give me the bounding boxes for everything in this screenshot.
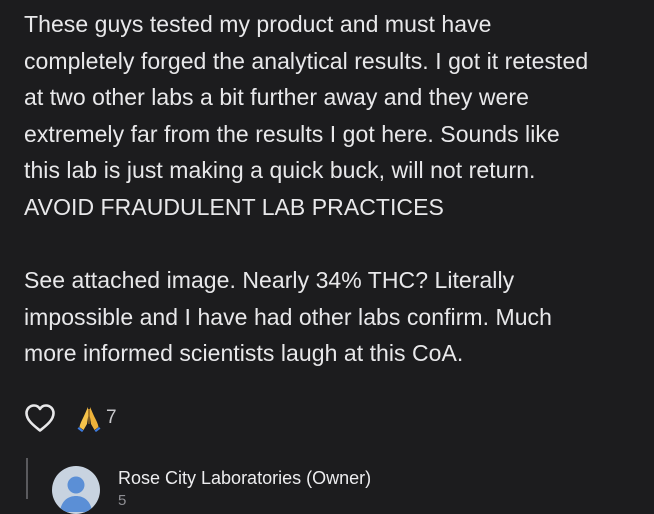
review-text-line: See attached image. Nearly 34% THC? Lite… bbox=[24, 267, 515, 294]
like-button[interactable] bbox=[24, 402, 56, 434]
review-text-line: completely forged the analytical results… bbox=[24, 47, 589, 74]
person-avatar-icon bbox=[60, 476, 92, 512]
review-text-block: These guys tested my product and must ha… bbox=[24, 6, 644, 372]
review-actions-bar: 7 bbox=[24, 398, 117, 438]
folded-hands-emoji-icon bbox=[77, 407, 101, 432]
review-text-line: AVOID FRAUDULENT LAB PRACTICES bbox=[24, 193, 444, 220]
reply-author-name[interactable]: Rose City Laboratories (Owner) bbox=[118, 468, 371, 489]
heart-outline-icon bbox=[25, 404, 55, 432]
reaction-button[interactable]: 7 bbox=[74, 403, 117, 433]
owner-avatar[interactable] bbox=[52, 466, 100, 514]
review-text-line: These guys tested my product and must ha… bbox=[24, 11, 492, 37]
owner-reply: Rose City Laboratories (Owner) 5 bbox=[52, 464, 652, 514]
review-text-line: more informed scientists laugh at this C… bbox=[24, 340, 464, 367]
review-text-line: this lab is just making a quick buck, wi… bbox=[24, 157, 536, 184]
reaction-count: 7 bbox=[106, 407, 117, 428]
review-text-line: extremely far from the results I got her… bbox=[24, 120, 560, 147]
reply-thread-line bbox=[26, 458, 28, 499]
review-text-line: impossible and I have had other labs con… bbox=[24, 303, 552, 330]
reply-subline: 5 bbox=[118, 492, 127, 509]
review-text-line: at two other labs a bit further away and… bbox=[24, 84, 529, 111]
